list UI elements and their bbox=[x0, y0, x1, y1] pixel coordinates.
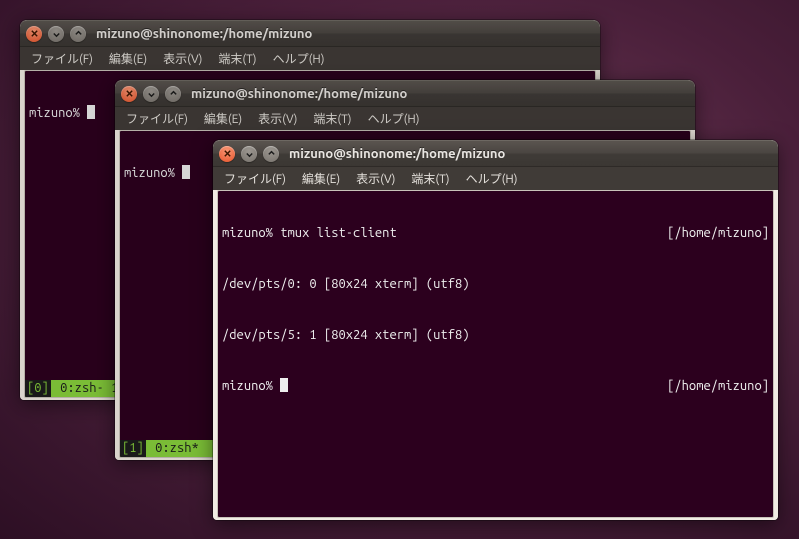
output-line: /dev/pts/5: 1 [80x24 xterm] (utf8) bbox=[218, 327, 773, 344]
shell-prompt: mizuno% bbox=[124, 166, 182, 180]
window-controls bbox=[219, 146, 279, 162]
cursor-icon bbox=[87, 105, 95, 119]
menu-help[interactable]: ヘルプ(H) bbox=[361, 108, 427, 129]
menubar: ファイル(F) 編集(E) 表示(V) 端末(T) ヘルプ(H) bbox=[20, 46, 600, 70]
maximize-icon[interactable] bbox=[70, 26, 86, 42]
terminal-container: mizuno% tmux list-client [/home/mizuno] … bbox=[213, 190, 778, 520]
titlebar[interactable]: mizuno@shinonome:/home/mizuno bbox=[213, 140, 778, 166]
minimize-icon[interactable] bbox=[48, 26, 64, 42]
titlebar[interactable]: mizuno@shinonome:/home/mizuno bbox=[20, 20, 600, 46]
close-icon[interactable] bbox=[121, 86, 137, 102]
tmux-session-id: [0] bbox=[25, 380, 51, 397]
menubar: ファイル(F) 編集(E) 表示(V) 端末(T) ヘルプ(H) bbox=[213, 166, 778, 190]
tmux-windows: 0:zsh* bbox=[148, 440, 199, 457]
menu-edit[interactable]: 編集(E) bbox=[197, 108, 249, 129]
cwd-indicator: [/home/mizuno] bbox=[667, 225, 769, 242]
menu-terminal[interactable]: 端末(T) bbox=[306, 108, 358, 129]
minimize-icon[interactable] bbox=[143, 86, 159, 102]
close-icon[interactable] bbox=[26, 26, 42, 42]
menu-file[interactable]: ファイル(F) bbox=[119, 108, 195, 129]
output-line: /dev/pts/0: 0 [80x24 xterm] (utf8) bbox=[218, 276, 773, 293]
terminal-window-3[interactable]: mizuno@shinonome:/home/mizuno ファイル(F) 編集… bbox=[213, 140, 778, 520]
maximize-icon[interactable] bbox=[263, 146, 279, 162]
menu-edit[interactable]: 編集(E) bbox=[102, 48, 154, 69]
close-icon[interactable] bbox=[219, 146, 235, 162]
tmux-session-id: [1] bbox=[120, 440, 146, 457]
menu-help[interactable]: ヘルプ(H) bbox=[266, 48, 332, 69]
cursor-icon bbox=[280, 378, 288, 392]
menubar: ファイル(F) 編集(E) 表示(V) 端末(T) ヘルプ(H) bbox=[115, 106, 695, 130]
menu-file[interactable]: ファイル(F) bbox=[24, 48, 100, 69]
window-controls bbox=[121, 86, 181, 102]
window-title: mizuno@shinonome:/home/mizuno bbox=[289, 147, 505, 161]
shell-prompt: mizuno% bbox=[222, 379, 280, 393]
minimize-icon[interactable] bbox=[241, 146, 257, 162]
menu-view[interactable]: 表示(V) bbox=[156, 48, 209, 69]
window-controls bbox=[26, 26, 86, 42]
window-title: mizuno@shinonome:/home/mizuno bbox=[191, 87, 407, 101]
menu-help[interactable]: ヘルプ(H) bbox=[459, 168, 525, 189]
menu-terminal[interactable]: 端末(T) bbox=[211, 48, 263, 69]
maximize-icon[interactable] bbox=[165, 86, 181, 102]
menu-file[interactable]: ファイル(F) bbox=[217, 168, 293, 189]
command-line: mizuno% tmux list-client bbox=[222, 225, 397, 242]
window-title: mizuno@shinonome:/home/mizuno bbox=[96, 27, 312, 41]
menu-edit[interactable]: 編集(E) bbox=[295, 168, 347, 189]
cursor-icon bbox=[182, 165, 190, 179]
titlebar[interactable]: mizuno@shinonome:/home/mizuno bbox=[115, 80, 695, 106]
menu-terminal[interactable]: 端末(T) bbox=[404, 168, 456, 189]
terminal-body[interactable]: mizuno% tmux list-client [/home/mizuno] … bbox=[218, 191, 773, 517]
cwd-indicator: [/home/mizuno] bbox=[667, 378, 769, 395]
menu-view[interactable]: 表示(V) bbox=[251, 108, 304, 129]
shell-prompt: mizuno% bbox=[29, 106, 87, 120]
menu-view[interactable]: 表示(V) bbox=[349, 168, 402, 189]
